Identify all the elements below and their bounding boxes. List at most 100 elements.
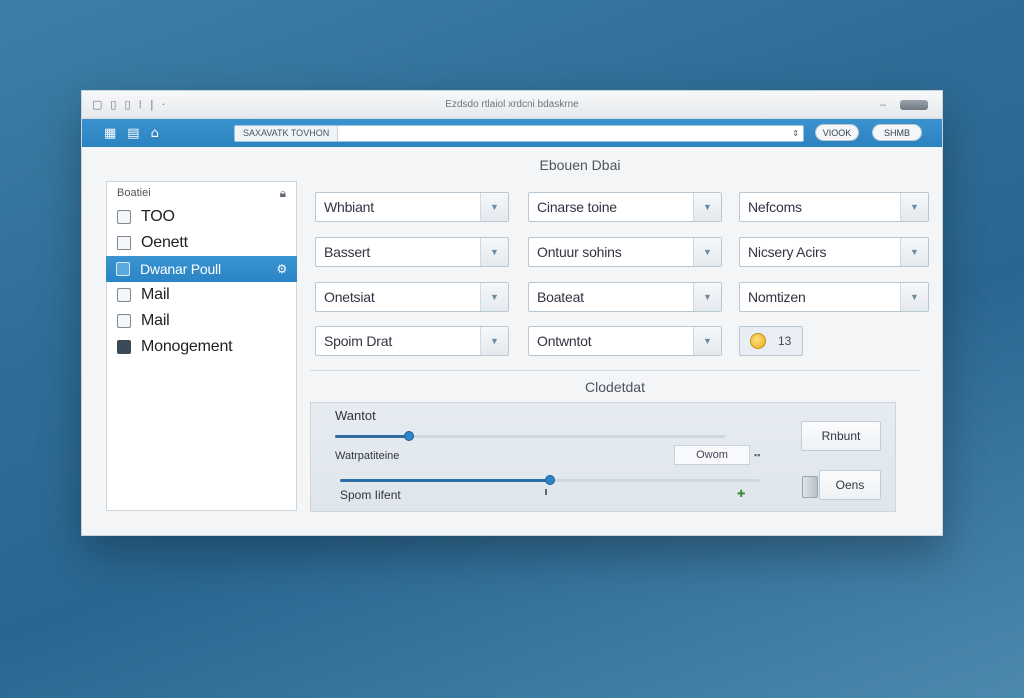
toolbar-icons: ▦ ▤ ⌂ — [82, 126, 159, 141]
dropdown-value: Whbiant — [324, 199, 374, 215]
sidebar-item-label: Dwanar Poull — [140, 261, 221, 277]
mail-icon — [117, 314, 131, 328]
device-icon — [802, 476, 818, 498]
dropdown-value: Onetsiat — [324, 289, 375, 305]
dropdown-value: Cinarse toine — [537, 199, 617, 215]
settings-icon[interactable]: ⚙ — [276, 262, 287, 276]
management-icon — [117, 340, 131, 354]
dropdown-value: Nicsery Acirs — [748, 244, 827, 260]
chevron-down-icon[interactable]: ▼ — [693, 283, 721, 311]
dropdown-5[interactable]: Ontuur sohins ▼ — [528, 237, 722, 267]
folder-icon — [116, 262, 130, 276]
split-icon[interactable]: ⁞ — [139, 98, 143, 111]
section-title: Clodetdat — [585, 379, 645, 395]
dropdown-value: Ontuur sohins — [537, 244, 622, 260]
chevron-down-icon[interactable]: ▼ — [693, 238, 721, 266]
slider-label-bottom: Spom Iifent — [340, 488, 401, 502]
dropdown-value: Nomtizen — [748, 289, 806, 305]
window-icon[interactable]: ▢ — [92, 98, 102, 111]
sidebar: Boatiei 🔒︎ TOO Oenett Dwanar Poull ⚙ Mai… — [106, 181, 297, 511]
calendar-icon — [117, 210, 131, 224]
window-controls: – — [880, 99, 928, 111]
sidebar-item-too[interactable]: TOO — [107, 204, 296, 230]
dot-icon: · — [161, 98, 166, 111]
slider-fill-2 — [340, 479, 550, 482]
chevron-down-icon[interactable]: ▼ — [900, 238, 928, 266]
dropdown-value: Ontwntot — [537, 333, 592, 349]
chevron-down-icon[interactable]: ▼ — [480, 238, 508, 266]
chevron-down-icon[interactable]: ▼ — [900, 283, 928, 311]
coin-counter[interactable]: 13 — [739, 326, 803, 356]
search-scope[interactable]: SAXAVATK TOVHON — [235, 125, 339, 141]
lock-icon[interactable]: 🔒︎ — [280, 186, 286, 201]
sidebar-item-label: Mail — [141, 312, 170, 329]
search-input[interactable] — [338, 125, 793, 141]
chevron-down-icon[interactable]: ▼ — [480, 283, 508, 311]
option-label: Watrpatiteine — [335, 450, 400, 462]
dropdown-3[interactable]: Nefcoms ▼ — [739, 192, 929, 222]
dropdown-6[interactable]: Nicsery Acirs ▼ — [739, 237, 929, 267]
coin-icon — [750, 333, 766, 349]
forward-icon[interactable]: ▯ — [124, 98, 130, 111]
dropdown-value: Spoim Drat — [324, 333, 393, 349]
dropdown-9[interactable]: Nomtizen ▼ — [739, 282, 929, 312]
more-options-icon[interactable]: ▪▪ — [754, 450, 760, 460]
sidebar-item-label: Mail — [141, 286, 170, 303]
slider-tick — [545, 489, 547, 495]
window-title: Ezdsdo rtlaiol xrdcni bdaskrne — [445, 99, 579, 110]
option-field[interactable]: Owom — [674, 445, 750, 465]
title-bar: ▢ ▯ ▯ ⁞ | · Ezdsdo rtlaiol xrdcni bdaskr… — [82, 91, 942, 119]
dropdown-11[interactable]: Ontwntot ▼ — [528, 326, 722, 356]
battery-icon — [900, 99, 928, 110]
sidebar-item-label: TOO — [141, 208, 175, 225]
slider-handle-2[interactable] — [545, 475, 555, 485]
secondary-button[interactable]: Oens — [819, 470, 881, 500]
chevron-down-icon[interactable]: ▼ — [480, 327, 508, 355]
dropdown-7[interactable]: Onetsiat ▼ — [315, 282, 509, 312]
sidebar-item-mail[interactable]: Mail — [107, 282, 296, 308]
sidebar-item-oenett[interactable]: Oenett — [107, 230, 296, 256]
grid-icon[interactable]: ▦ — [104, 126, 116, 141]
dropdown-8[interactable]: Boateat ▼ — [528, 282, 722, 312]
sidebar-header: Boatiei 🔒︎ — [107, 182, 296, 204]
dropdown-value: Boateat — [537, 289, 584, 305]
sidebar-item-dwanar-poull[interactable]: Dwanar Poull ⚙ — [106, 256, 297, 282]
slider-label-top: Wantot — [335, 408, 376, 423]
mail-attachment-icon — [117, 288, 131, 302]
minimize-icon[interactable]: – — [880, 99, 886, 111]
counter-value: 13 — [778, 334, 792, 348]
home-icon[interactable]: ⌂ — [151, 126, 159, 141]
chevron-down-icon[interactable]: ▼ — [900, 193, 928, 221]
title-bar-controls: ▢ ▯ ▯ ⁞ | · — [82, 98, 165, 111]
sidebar-item-management[interactable]: Monogement — [107, 334, 296, 360]
dropdown-4[interactable]: Bassert ▼ — [315, 237, 509, 267]
slider-track-2[interactable] — [340, 475, 760, 485]
search-scroll-icon[interactable]: ⇕ — [792, 129, 803, 138]
toolbar: ▦ ▤ ⌂ SAXAVATK TOVHON ⇕ VIOOK SHMB — [82, 119, 942, 147]
dropdown-value: Nefcoms — [748, 199, 802, 215]
add-icon[interactable]: ✚ — [737, 489, 745, 500]
search-bar[interactable]: SAXAVATK TOVHON ⇕ — [234, 124, 804, 142]
dropdown-10[interactable]: Spoim Drat ▼ — [315, 326, 509, 356]
share-button[interactable]: SHMB — [872, 124, 922, 141]
primary-button[interactable]: Rnbunt — [801, 421, 881, 451]
divider-icon: | — [150, 98, 154, 111]
slider-track-1[interactable] — [335, 431, 725, 441]
view-button[interactable]: VIOOK — [815, 124, 859, 141]
slider-fill-1 — [335, 435, 410, 438]
sidebar-item-mail-2[interactable]: Mail — [107, 308, 296, 334]
back-icon[interactable]: ▯ — [110, 98, 116, 111]
chevron-down-icon[interactable]: ▼ — [693, 193, 721, 221]
page-title: Ebouen Dbai — [539, 157, 621, 173]
calendar-icon[interactable]: ▤ — [127, 126, 139, 141]
sidebar-header-label: Boatiei — [117, 187, 151, 199]
document-icon — [117, 236, 131, 250]
app-window: ▢ ▯ ▯ ⁞ | · Ezdsdo rtlaiol xrdcni bdaskr… — [81, 90, 943, 536]
chevron-down-icon[interactable]: ▼ — [480, 193, 508, 221]
dropdown-value: Bassert — [324, 244, 371, 260]
dropdown-1[interactable]: Whbiant ▼ — [315, 192, 509, 222]
dropdown-2[interactable]: Cinarse toine ▼ — [528, 192, 722, 222]
chevron-down-icon[interactable]: ▼ — [693, 327, 721, 355]
section-divider — [310, 370, 920, 371]
slider-handle-1[interactable] — [404, 431, 415, 441]
